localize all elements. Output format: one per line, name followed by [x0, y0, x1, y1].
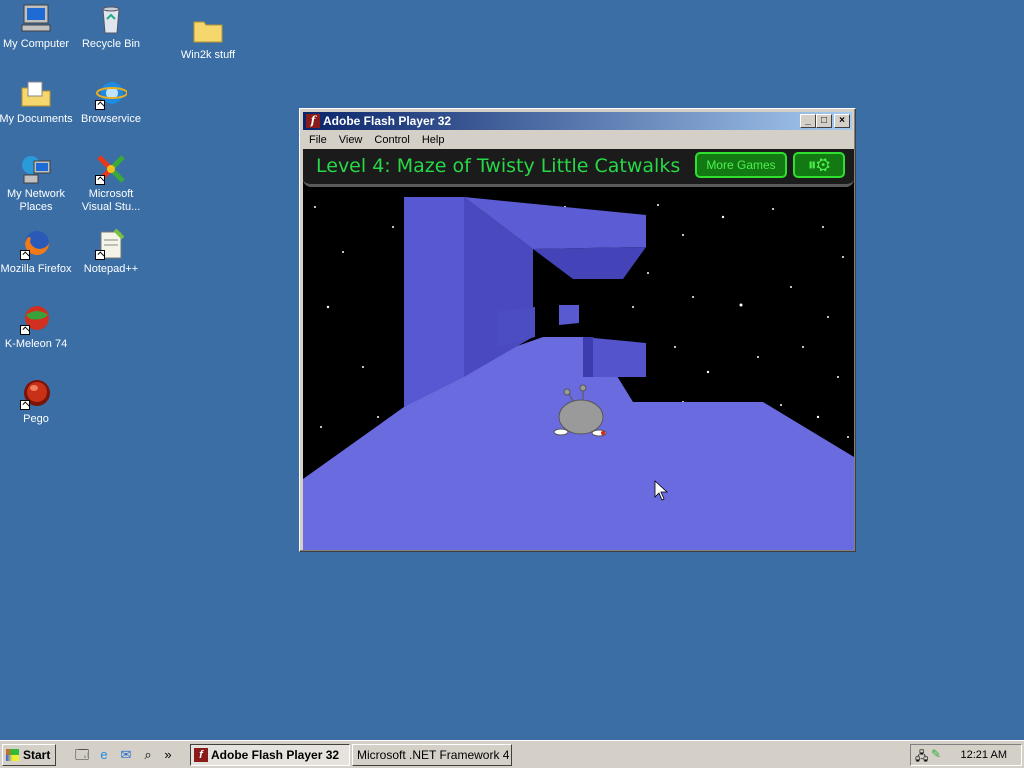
maximize-button[interactable]: □ [816, 114, 832, 128]
desktop-icon-recycle-bin[interactable]: Recycle Bin [73, 3, 149, 51]
desktop-icon-label: Browservice [81, 113, 141, 125]
shortcut-arrow-icon [95, 100, 105, 110]
minimize-button[interactable]: _ [800, 114, 816, 128]
desktop-icon-label: My Network Places [6, 188, 66, 213]
desktop-icon-mozilla-firefox[interactable]: Mozilla Firefox [0, 228, 74, 276]
desktop-icon-visual-studio[interactable]: Microsoft Visual Stu... [73, 153, 149, 214]
desktop-icon-my-computer[interactable]: My Computer [0, 3, 74, 51]
pego-icon [20, 378, 52, 410]
task-dotnet-framework[interactable]: Microsoft .NET Framework 4 ... [352, 744, 512, 766]
visual-studio-icon [95, 153, 127, 185]
shortcut-arrow-icon [20, 325, 30, 335]
task-flash-player[interactable]: f Adobe Flash Player 32 [190, 744, 350, 766]
notepad-tray-icon[interactable]: ✎ [931, 747, 941, 761]
menu-view[interactable]: View [333, 131, 369, 149]
menu-help[interactable]: Help [416, 131, 451, 149]
desktop-icon-label: Pego [23, 413, 49, 425]
internet-explorer-icon[interactable]: e [95, 746, 113, 764]
firefox-icon [20, 228, 52, 260]
task-label: Microsoft .NET Framework 4 ... [357, 748, 512, 762]
more-games-button[interactable]: More Games [695, 152, 787, 178]
desktop-icon-label: Notepad++ [83, 263, 139, 275]
desktop-icon-label: Win2k stuff [180, 49, 236, 61]
menu-bar: File View Control Help [303, 131, 852, 149]
desktop-icon-win2k-stuff[interactable]: Win2k stuff [170, 14, 246, 62]
desktop-icon-label: Microsoft Visual Stu... [81, 188, 141, 213]
desktop-icon-label: K-Meleon 74 [4, 338, 68, 350]
recycle-bin-icon [95, 3, 127, 35]
system-tray: 🖧 ✎ 12:21 AM [910, 744, 1022, 766]
flash-player-icon: f [194, 748, 208, 762]
desktop-icon-label: Recycle Bin [81, 38, 141, 50]
window-title: Adobe Flash Player 32 [323, 114, 452, 128]
quick-launch-overflow-button[interactable]: » [162, 746, 174, 764]
documents-folder-icon [20, 78, 52, 110]
flash-content[interactable]: Level 4: Maze of Twisty Little Catwalks … [303, 149, 854, 550]
notepad-plus-plus-icon [95, 228, 127, 260]
network-places-icon [20, 153, 52, 185]
level-title: Level 4: Maze of Twisty Little Catwalks [316, 155, 681, 177]
clock[interactable]: 12:21 AM [961, 745, 1007, 765]
window-titlebar[interactable]: f Adobe Flash Player 32 _ □ × [303, 112, 852, 130]
shortcut-arrow-icon [20, 250, 30, 260]
shortcut-arrow-icon [95, 175, 105, 185]
taskbar: Start 🗔 e ✉ ⌕ » f Adobe Flash Player 32 … [0, 740, 1024, 768]
network-tray-icon[interactable]: 🖧 [915, 747, 928, 768]
pause-settings-button[interactable]: ⏸⚙ [793, 152, 845, 178]
desktop-icon-notepad-plus-plus[interactable]: Notepad++ [73, 228, 149, 276]
computer-icon [20, 3, 52, 35]
outlook-express-icon[interactable]: ✉ [117, 746, 135, 764]
game-hud: Level 4: Maze of Twisty Little Catwalks … [303, 149, 854, 187]
desktop-icon-pego[interactable]: Pego [0, 378, 74, 426]
flash-player-window[interactable]: f Adobe Flash Player 32 _ □ × File View Co… [299, 108, 856, 552]
k-meleon-icon [20, 303, 52, 335]
shortcut-arrow-icon [20, 400, 30, 410]
desktop-icon-label: My Documents [0, 113, 73, 125]
task-label: Adobe Flash Player 32 [211, 748, 340, 762]
desktop-icon-my-network-places[interactable]: My Network Places [0, 153, 74, 214]
desktop-icon-browservice[interactable]: Browservice [73, 78, 149, 126]
desktop-icon-label: Mozilla Firefox [0, 263, 72, 275]
close-button[interactable]: × [834, 114, 850, 128]
folder-icon [192, 14, 224, 46]
flash-player-icon: f [306, 114, 320, 128]
start-button[interactable]: Start [2, 744, 56, 766]
start-label: Start [23, 748, 51, 762]
menu-control[interactable]: Control [368, 131, 415, 149]
internet-explorer-icon [95, 78, 128, 110]
windows-logo-icon [6, 749, 19, 761]
pause-settings-icon: ⏸⚙ [807, 155, 831, 174]
desktop-icon-my-documents[interactable]: My Documents [0, 78, 74, 126]
shortcut-arrow-icon [95, 250, 105, 260]
game-scene[interactable] [303, 187, 854, 550]
menu-file[interactable]: File [303, 131, 333, 149]
show-desktop-icon[interactable]: 🗔 [73, 746, 91, 764]
search-icon[interactable]: ⌕ [139, 746, 157, 764]
desktop-icon-label: My Computer [2, 38, 70, 50]
desktop-icon-k-meleon[interactable]: K-Meleon 74 [0, 303, 74, 351]
